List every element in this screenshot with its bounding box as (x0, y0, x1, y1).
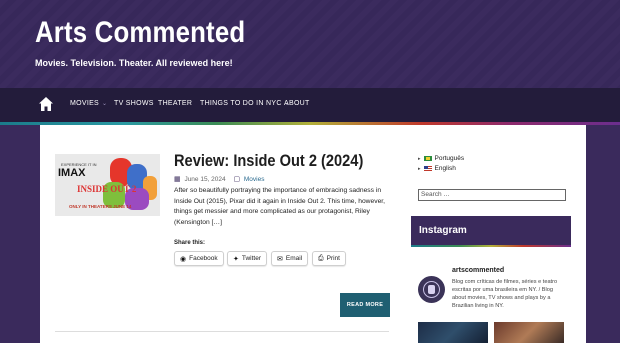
main-nav: MOVIES ⌄ TV SHOWS THEATER THINGS TO DO IN… (0, 88, 620, 122)
search-input[interactable]: Search … (418, 189, 566, 201)
share-button-label: Twitter (241, 255, 262, 262)
share-print-button[interactable]: ⎙ Print (312, 251, 346, 266)
post-thumbnail[interactable]: EXPERIENCE IT IN IMAX INSIDE OUT 2 ONLY … (55, 154, 160, 216)
share-label: Share this: (174, 240, 206, 246)
nav-item-label: MOVIES (70, 100, 100, 107)
share-facebook-button[interactable]: ◉ Facebook (174, 251, 224, 266)
thumbnail-release: ONLY IN THEATERS JUNE 14 (69, 204, 132, 209)
instagram-username[interactable]: artscommented (452, 267, 504, 274)
nav-item-label: TV SHOWS (114, 100, 154, 107)
thumbnail-brand: IMAX (58, 167, 86, 179)
nav-item-things-to-do[interactable]: THINGS TO DO IN NYC ⌄ (200, 100, 290, 107)
post-divider (55, 331, 389, 332)
post-date[interactable]: June 15, 2024 (184, 176, 225, 183)
share-button-label: Print (326, 255, 340, 262)
post-excerpt: After so beautifully portraying the impo… (174, 187, 386, 226)
email-icon: ✉ (277, 255, 283, 263)
instagram-color-stripe (411, 245, 571, 247)
language-item-portuguese[interactable]: ▸ Português (418, 155, 464, 162)
instagram-photo[interactable] (494, 322, 564, 343)
instagram-photo[interactable] (418, 322, 488, 343)
language-item-english[interactable]: ▸ English (418, 165, 456, 172)
share-email-button[interactable]: ✉ Email (271, 251, 309, 266)
post-meta: ▦ June 15, 2024 ▢ Movies (174, 175, 264, 183)
post-category[interactable]: Movies (244, 176, 265, 183)
read-more-button[interactable]: READ MORE (340, 293, 390, 317)
nav-item-label: ABOUT (284, 100, 310, 107)
nav-item-theater[interactable]: THEATER (158, 100, 192, 107)
facebook-icon: ◉ (180, 255, 187, 263)
site-tagline: Movies. Television. Theater. All reviewe… (35, 58, 233, 68)
site-header: Arts Commented Movies. Television. Theat… (0, 0, 620, 88)
brazil-flag-icon (423, 156, 432, 161)
instagram-bio: Blog com críticas de filmes, séries e te… (452, 279, 558, 309)
twitter-icon: ✦ (233, 255, 239, 263)
share-twitter-button[interactable]: ✦ Twitter (227, 251, 268, 266)
instagram-heading: Instagram (411, 216, 571, 245)
nav-item-movies[interactable]: MOVIES ⌄ (70, 100, 107, 107)
share-button-label: Facebook (189, 255, 218, 262)
bullet-icon: ▸ (418, 155, 421, 162)
language-label: Português (434, 155, 465, 162)
calendar-icon: ▦ (174, 176, 181, 183)
nav-item-about[interactable]: ABOUT (284, 100, 310, 107)
us-flag-icon (423, 166, 432, 171)
chevron-down-icon: ⌄ (102, 101, 108, 107)
language-label: English (434, 165, 456, 172)
post-title[interactable]: Review: Inside Out 2 (2024) (174, 151, 363, 171)
bullet-icon: ▸ (418, 165, 421, 172)
nav-item-label: THINGS TO DO IN NYC (200, 100, 282, 107)
thumbnail-film: INSIDE OUT 2 (77, 184, 137, 194)
print-icon: ⎙ (318, 254, 324, 262)
share-button-label: Email (285, 255, 303, 262)
site-title[interactable]: Arts Commented (35, 16, 245, 50)
home-icon[interactable] (38, 96, 54, 112)
nav-item-label: THEATER (158, 100, 193, 107)
nav-item-tv-shows[interactable]: TV SHOWS (114, 100, 154, 107)
instagram-avatar[interactable] (418, 276, 445, 303)
theater-mask-icon (428, 285, 435, 294)
folder-icon: ▢ (233, 176, 241, 183)
